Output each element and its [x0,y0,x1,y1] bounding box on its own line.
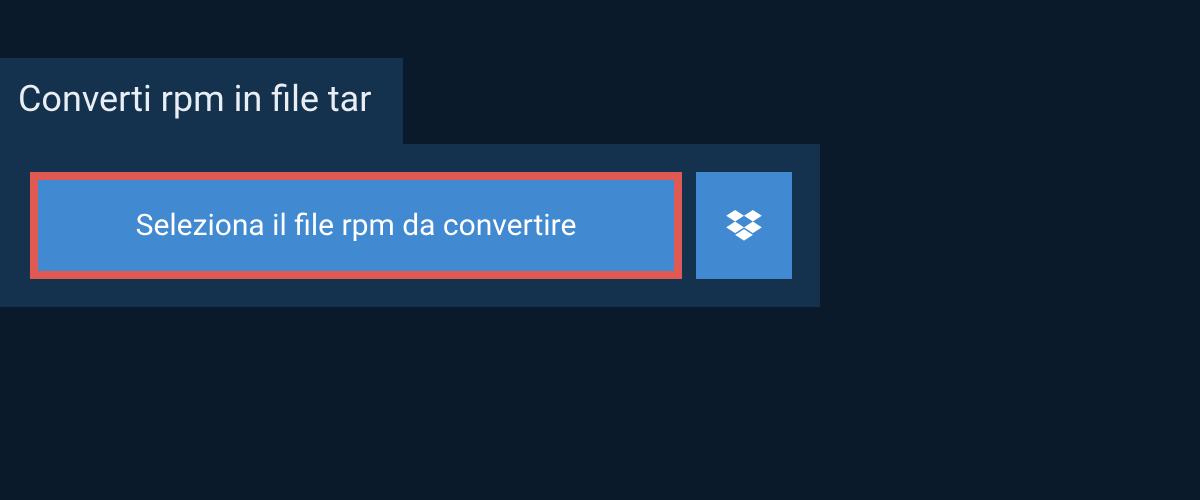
page-title: Converti rpm in file tar [18,78,371,120]
select-file-button[interactable]: Seleziona il file rpm da convertire [30,172,682,279]
select-file-label: Seleziona il file rpm da convertire [136,208,577,243]
dropbox-button[interactable] [696,172,792,279]
upload-panel: Seleziona il file rpm da convertire [0,144,820,307]
button-row: Seleziona il file rpm da convertire [30,172,792,279]
tab-header: Converti rpm in file tar [0,58,403,144]
dropbox-icon [726,210,762,242]
